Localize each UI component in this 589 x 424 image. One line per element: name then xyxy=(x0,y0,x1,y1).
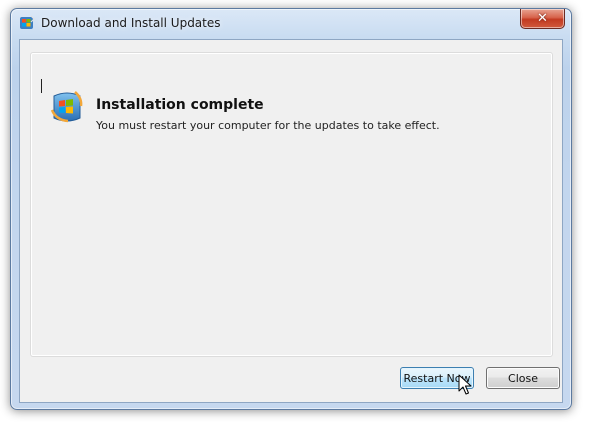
mouse-pointer-icon xyxy=(458,374,472,396)
windows-update-icon xyxy=(50,90,84,124)
close-icon: ✕ xyxy=(537,11,548,26)
window-close-button[interactable]: ✕ xyxy=(520,9,565,29)
update-dialog-window: Download and Install Updates ✕ Installat… xyxy=(10,8,572,410)
close-button[interactable]: Close xyxy=(486,367,560,389)
windows-update-icon xyxy=(19,15,35,31)
dialog-client-area: Installation complete You must restart y… xyxy=(19,39,563,403)
status-message: You must restart your computer for the u… xyxy=(96,119,440,132)
status-heading: Installation complete xyxy=(96,97,264,113)
title-bar[interactable]: Download and Install Updates ✕ xyxy=(11,9,571,39)
text-caret xyxy=(41,79,42,93)
window-title: Download and Install Updates xyxy=(41,16,221,30)
